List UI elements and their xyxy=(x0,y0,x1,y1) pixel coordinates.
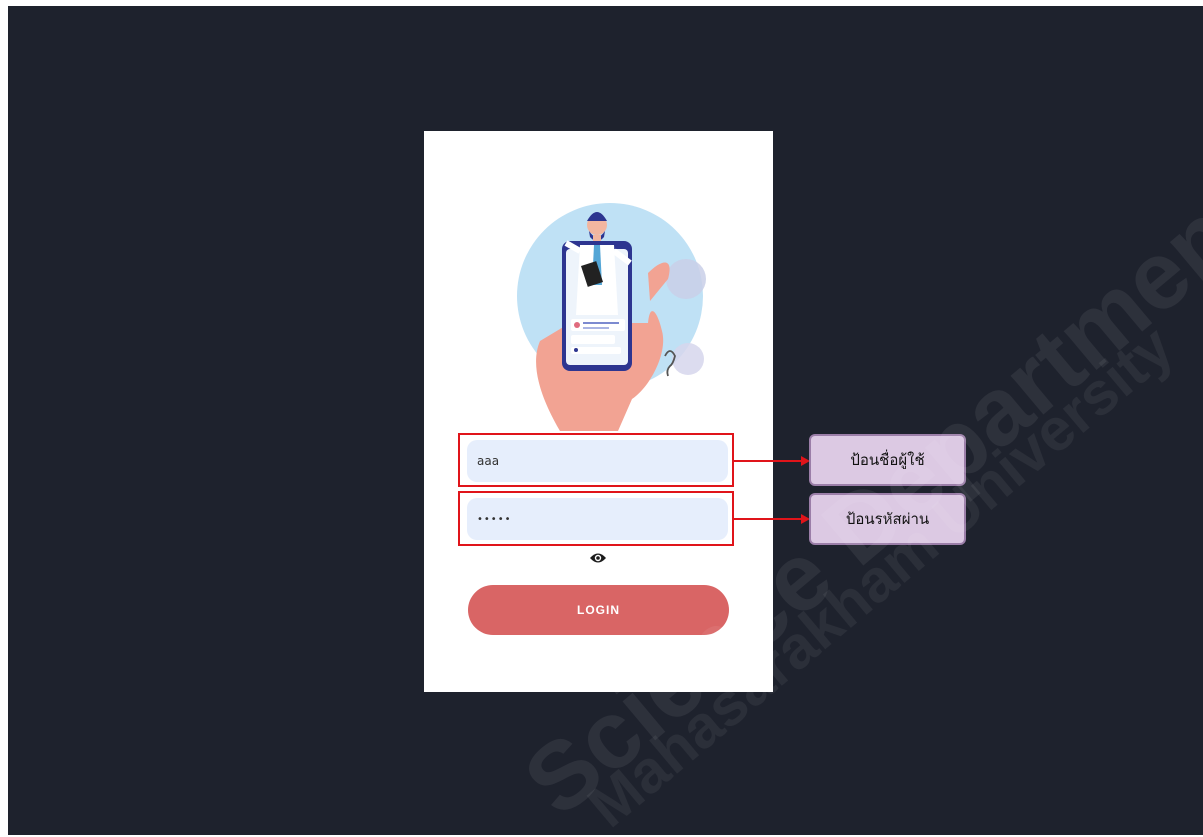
password-arrow xyxy=(734,518,802,520)
username-callout: ป้อนชื่อผู้ใช้ xyxy=(809,434,966,486)
login-button[interactable]: LOGIN xyxy=(468,585,729,635)
username-highlight-box xyxy=(458,433,734,487)
doctor-phone-illustration xyxy=(517,203,706,431)
username-arrow xyxy=(734,460,802,462)
eye-icon[interactable] xyxy=(589,551,607,565)
login-screen: aaa ••••• LOGIN xyxy=(424,131,773,692)
password-callout: ป้อนรหัสผ่าน xyxy=(809,493,966,545)
password-highlight-box xyxy=(458,491,734,546)
